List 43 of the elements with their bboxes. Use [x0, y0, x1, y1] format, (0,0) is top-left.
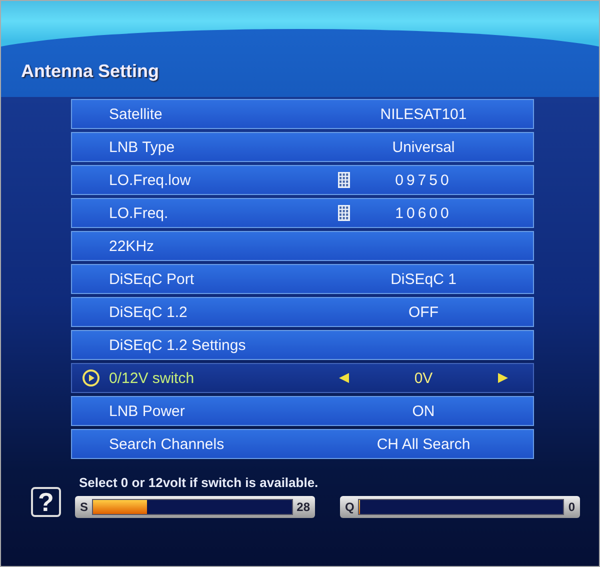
setting-label: DiSEqC 1.2 Settings	[109, 336, 247, 354]
setting-row[interactable]: DiSEqC Port DiSEqC 1	[71, 264, 534, 294]
setting-label: LNB Power	[109, 402, 186, 420]
setting-row[interactable]: Search Channels CH All Search	[71, 429, 534, 459]
setting-value: 0V	[413, 370, 434, 386]
setting-label: 22KHz	[109, 238, 156, 254]
setting-row[interactable]: DiSEqC 1.2 Settings	[71, 330, 534, 360]
setting-row[interactable]: Satellite NILESAT101	[71, 99, 534, 129]
setting-row[interactable]: LO.Freq. 10600	[71, 198, 534, 228]
setting-value: CH All Search	[376, 436, 472, 452]
setting-label: 0/12V switch	[109, 370, 196, 386]
setting-label: Satellite	[109, 106, 164, 122]
meter-reading: 28	[296, 500, 310, 514]
setting-row[interactable]: LNB Power ON	[71, 396, 534, 426]
right-arrow-icon[interactable]	[497, 372, 509, 384]
setting-value: 09750	[394, 172, 453, 188]
setting-row[interactable]: 22KHz	[71, 231, 534, 261]
screen-title: Antenna Setting	[21, 61, 159, 82]
setting-label: DiSEqC Port	[109, 270, 196, 288]
keypad-icon	[338, 172, 350, 188]
setting-value: NILESAT101	[379, 106, 468, 122]
help-icon: ?	[31, 487, 61, 517]
setting-value: 10600	[394, 204, 453, 222]
setting-label: Search Channels	[109, 436, 226, 452]
setting-value: Universal	[391, 138, 456, 156]
setting-label: LNB Type	[109, 138, 176, 156]
meter-reading: 0	[568, 500, 575, 514]
setting-row[interactable]: DiSEqC 1.2 OFF	[71, 297, 534, 327]
left-arrow-icon[interactable]	[338, 372, 350, 384]
play-circle-icon	[82, 369, 100, 387]
setting-row[interactable]: LO.Freq.low 09750	[71, 165, 534, 195]
setting-label: LO.Freq.	[109, 204, 170, 222]
keypad-icon	[338, 205, 350, 221]
setting-value: OFF	[408, 304, 440, 320]
setting-value: DiSEqC 1	[390, 270, 458, 288]
meter-label: S	[80, 500, 88, 514]
setting-row[interactable]: LNB Type Universal	[71, 132, 534, 162]
setting-label: DiSEqC 1.2	[109, 304, 188, 320]
meter-label: Q	[345, 500, 354, 514]
setting-label: LO.Freq.low	[109, 172, 192, 188]
help-text: Select 0 or 12volt if switch is available.	[78, 475, 320, 490]
setting-row[interactable]: 0/12V switch 0V	[71, 363, 534, 393]
setting-value: ON	[411, 402, 436, 420]
